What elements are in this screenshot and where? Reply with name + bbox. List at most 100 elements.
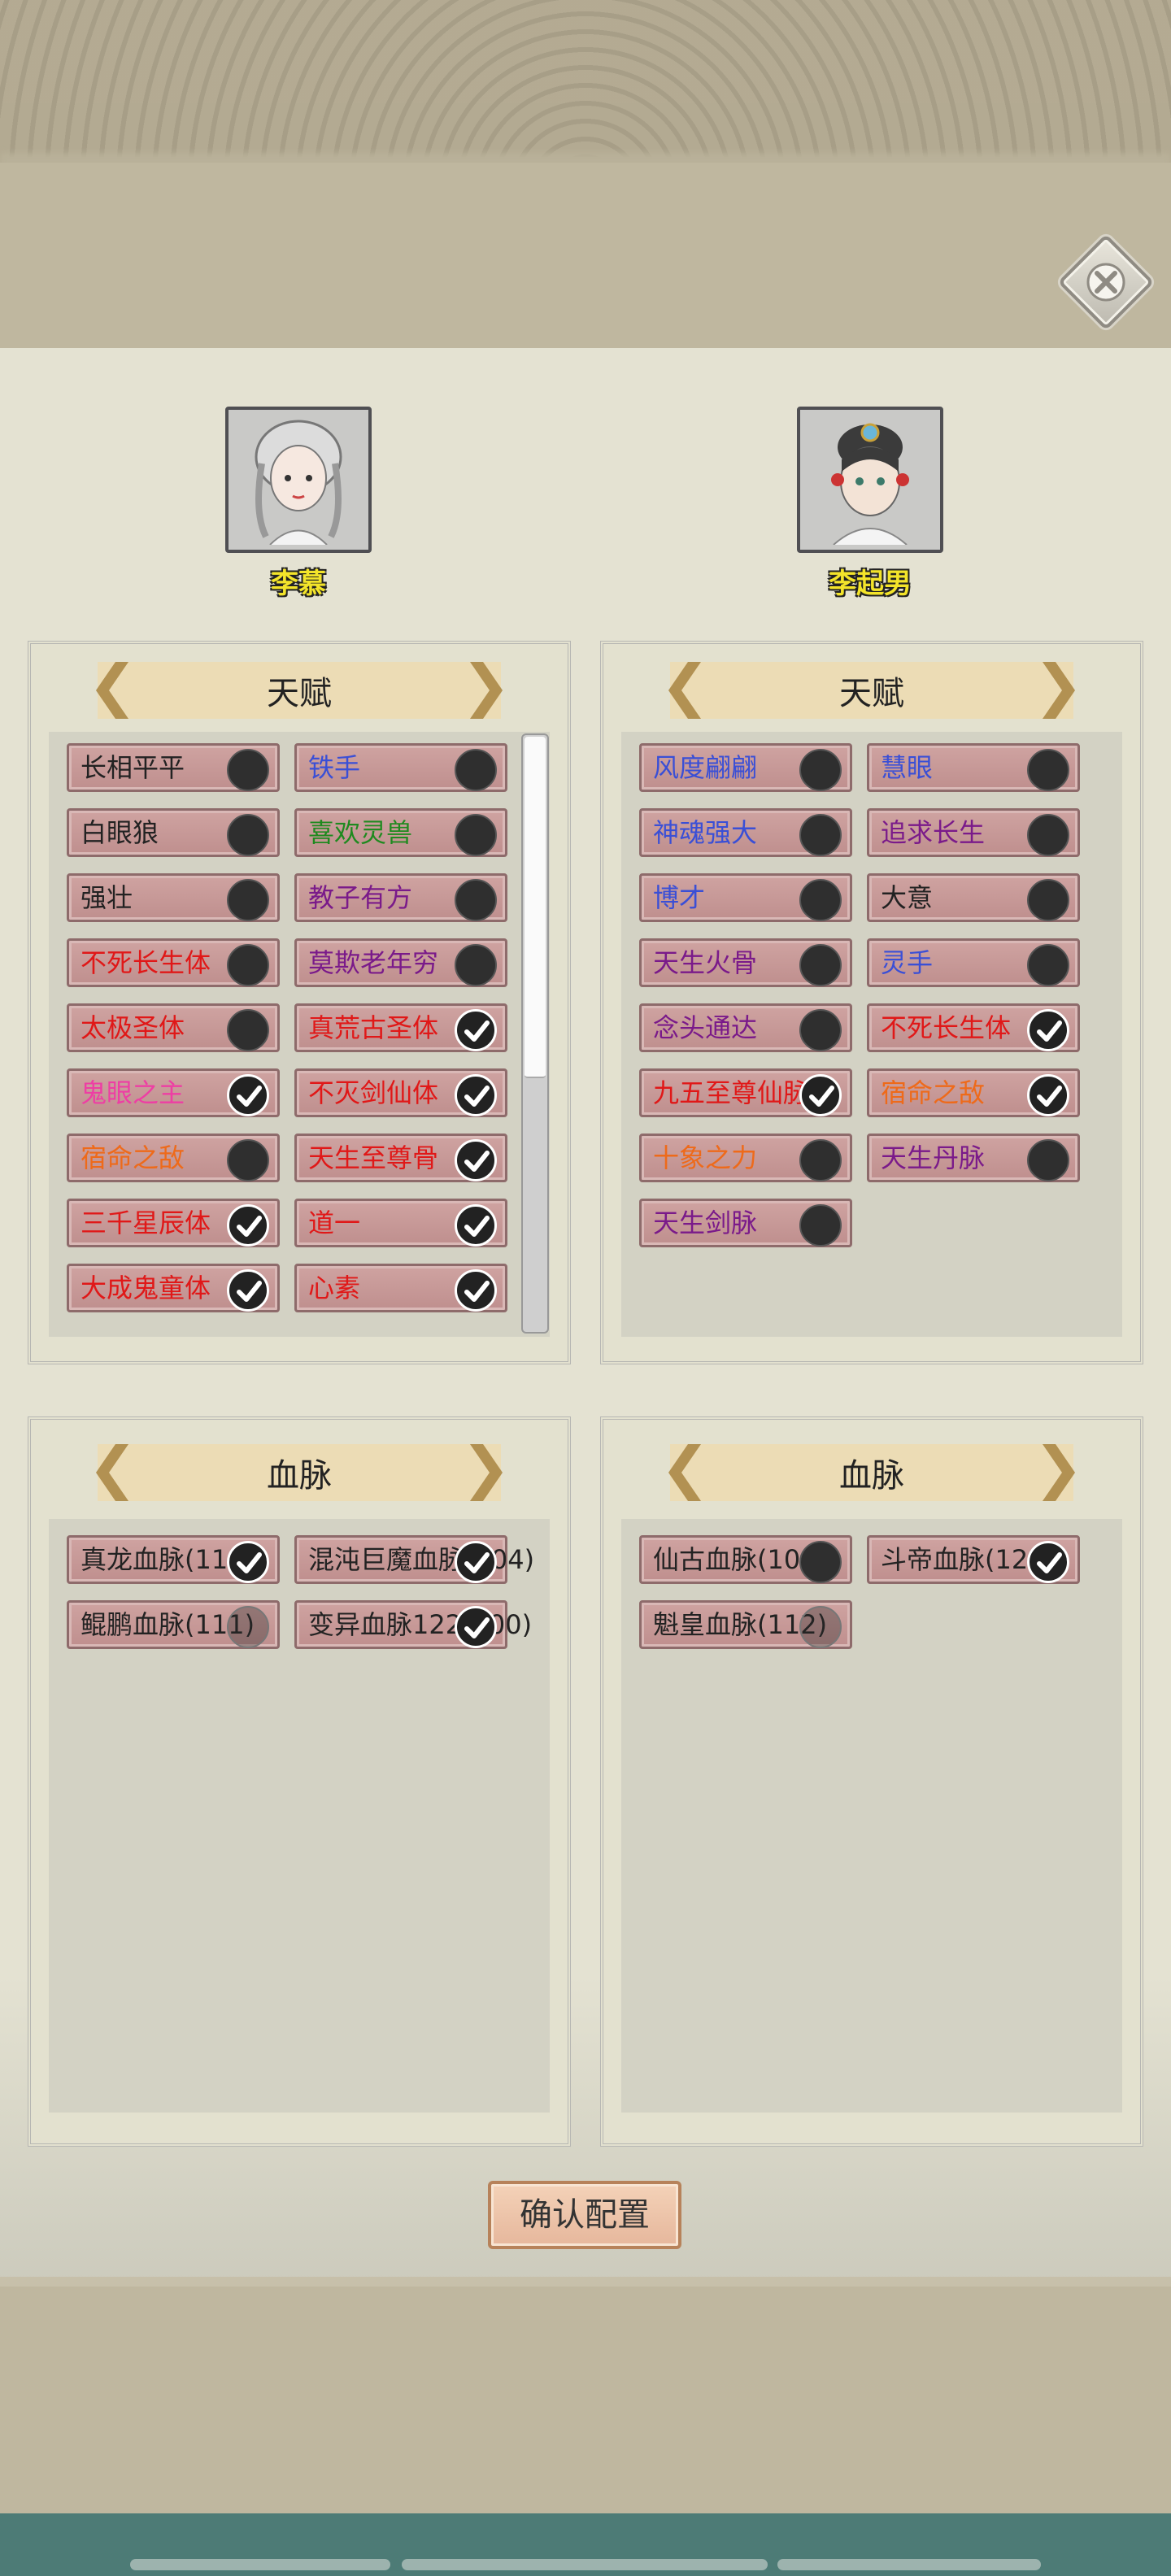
unchecked-circle-icon[interactable] <box>799 1606 842 1648</box>
trait-chip[interactable]: 混沌巨魔血脉(104) <box>294 1535 534 1584</box>
trait-chip[interactable]: 强壮 <box>67 873 280 922</box>
trait-chip[interactable]: 宿命之敌 <box>867 1068 1080 1117</box>
unchecked-circle-icon[interactable] <box>1027 749 1069 791</box>
unchecked-circle-icon[interactable] <box>227 1009 269 1051</box>
checkmark-icon[interactable] <box>227 1541 269 1583</box>
avatar[interactable] <box>797 407 943 553</box>
trait-chip[interactable]: 太极圣体 <box>67 1003 280 1052</box>
unchecked-circle-icon[interactable] <box>455 814 497 856</box>
trait-chip[interactable]: 大成鬼童体 <box>67 1264 280 1312</box>
unchecked-circle-icon[interactable] <box>799 944 842 986</box>
unchecked-circle-icon[interactable] <box>227 1139 269 1181</box>
trait-chip[interactable]: 大意 <box>867 873 1080 922</box>
trait-chip[interactable]: 教子有方 <box>294 873 507 922</box>
checkmark-icon[interactable] <box>1027 1541 1069 1583</box>
trait-label: 大意 <box>881 882 934 913</box>
trait-chip[interactable]: 莫欺老年穷 <box>294 938 507 987</box>
unchecked-circle-icon[interactable] <box>799 1139 842 1181</box>
checkmark-icon[interactable] <box>455 1541 497 1583</box>
trait-chip[interactable]: 变异血脉122(100) <box>294 1600 532 1649</box>
checkmark-icon[interactable] <box>455 1074 497 1116</box>
checkmark-icon[interactable] <box>455 1204 497 1247</box>
unchecked-circle-icon[interactable] <box>799 1009 842 1051</box>
checkmark-icon[interactable] <box>1027 1009 1069 1051</box>
trait-chip[interactable]: 神魂强大 <box>639 808 852 857</box>
trait-chip[interactable]: 白眼狼 <box>67 808 280 857</box>
trait-chip[interactable]: 慧眼 <box>867 743 1080 792</box>
trait-label: 莫欺老年穷 <box>308 947 439 978</box>
checkmark-icon[interactable] <box>455 1139 497 1181</box>
trait-chip[interactable]: 真荒古圣体 <box>294 1003 507 1052</box>
trait-chip[interactable]: 喜欢灵兽 <box>294 808 507 857</box>
unchecked-circle-icon[interactable] <box>799 1541 842 1583</box>
character-2: 李起男 <box>773 407 968 601</box>
trait-chip[interactable]: 念头通达 <box>639 1003 852 1052</box>
unchecked-circle-icon[interactable] <box>227 879 269 921</box>
trait-chip[interactable]: 心素 <box>294 1264 507 1312</box>
trait-label: 太极圣体 <box>81 1012 185 1043</box>
trait-chip[interactable]: 风度翩翩 <box>639 743 852 792</box>
nav-segment[interactable] <box>130 2559 390 2570</box>
trait-chip[interactable]: 不灭剑仙体 <box>294 1068 507 1117</box>
trait-label: 大成鬼童体 <box>81 1273 211 1303</box>
trait-chip[interactable]: 长相平平 <box>67 743 280 792</box>
unchecked-circle-icon[interactable] <box>799 879 842 921</box>
trait-chip[interactable]: 灵手 <box>867 938 1080 987</box>
trait-chip[interactable]: 天生丹脉 <box>867 1134 1080 1182</box>
unchecked-circle-icon[interactable] <box>799 814 842 856</box>
trait-chip[interactable]: 鬼眼之主 <box>67 1068 280 1117</box>
checkmark-icon[interactable] <box>227 1074 269 1116</box>
unchecked-circle-icon[interactable] <box>799 749 842 791</box>
trait-label: 不死长生体 <box>881 1012 1012 1043</box>
nav-segment[interactable] <box>777 2559 1041 2570</box>
system-bar <box>0 2513 1171 2576</box>
trait-chip[interactable]: 道一 <box>294 1199 507 1247</box>
unchecked-circle-icon[interactable] <box>1027 814 1069 856</box>
unchecked-circle-icon[interactable] <box>1027 879 1069 921</box>
unchecked-circle-icon[interactable] <box>455 944 497 986</box>
checkmark-icon[interactable] <box>455 1009 497 1051</box>
checkmark-icon[interactable] <box>227 1204 269 1247</box>
close-button[interactable] <box>1057 233 1155 331</box>
unchecked-circle-icon[interactable] <box>455 749 497 791</box>
trait-chip[interactable]: 追求长生 <box>867 808 1080 857</box>
trait-chip[interactable]: 十象之力 <box>639 1134 852 1182</box>
checkmark-icon[interactable] <box>1027 1074 1069 1116</box>
trait-label: 宿命之敌 <box>81 1142 185 1173</box>
trait-chip[interactable]: 天生火骨 <box>639 938 852 987</box>
trait-chip[interactable]: 宿命之敌 <box>67 1134 280 1182</box>
scrollbar[interactable] <box>521 733 549 1334</box>
trait-chip[interactable]: 不死长生体 <box>67 938 280 987</box>
trait-chip[interactable]: 天生至尊骨 <box>294 1134 507 1182</box>
unchecked-circle-icon[interactable] <box>1027 944 1069 986</box>
unchecked-circle-icon[interactable] <box>227 749 269 791</box>
confirm-config-button[interactable]: 确认配置 <box>488 2181 681 2249</box>
scrollbar-thumb[interactable] <box>525 737 546 1078</box>
unchecked-circle-icon[interactable] <box>227 814 269 856</box>
trait-chip[interactable]: 天生剑脉 <box>639 1199 852 1247</box>
unchecked-circle-icon[interactable] <box>227 944 269 986</box>
trait-label: 追求长生 <box>881 817 986 848</box>
trait-chip[interactable]: 铁手 <box>294 743 507 792</box>
trait-chip[interactable]: 不死长生体 <box>867 1003 1080 1052</box>
bottom-area <box>0 2277 1171 2513</box>
checkmark-icon[interactable] <box>455 1269 497 1312</box>
unchecked-circle-icon[interactable] <box>799 1204 842 1247</box>
trait-chip[interactable]: 仙古血脉(104) <box>639 1535 852 1584</box>
nav-segment[interactable] <box>402 2559 768 2570</box>
checkmark-icon[interactable] <box>227 1269 269 1312</box>
trait-chip[interactable]: 鲲鹏血脉(111) <box>67 1600 280 1649</box>
trait-chip[interactable]: 真龙血脉(11 <box>67 1535 280 1584</box>
unchecked-circle-icon[interactable] <box>1027 1139 1069 1181</box>
unchecked-circle-icon[interactable] <box>227 1606 269 1648</box>
unchecked-circle-icon[interactable] <box>455 879 497 921</box>
talent-banner: 天赋 <box>96 662 503 719</box>
trait-chip[interactable]: 魁皇血脉(112) <box>639 1600 852 1649</box>
trait-chip[interactable]: 九五至尊仙脉 <box>639 1068 852 1117</box>
checkmark-icon[interactable] <box>455 1606 497 1648</box>
trait-chip[interactable]: 斗帝血脉(12 <box>867 1535 1080 1584</box>
avatar[interactable] <box>225 407 372 553</box>
checkmark-icon[interactable] <box>799 1074 842 1116</box>
trait-chip[interactable]: 三千星辰体 <box>67 1199 280 1247</box>
trait-chip[interactable]: 博才 <box>639 873 852 922</box>
